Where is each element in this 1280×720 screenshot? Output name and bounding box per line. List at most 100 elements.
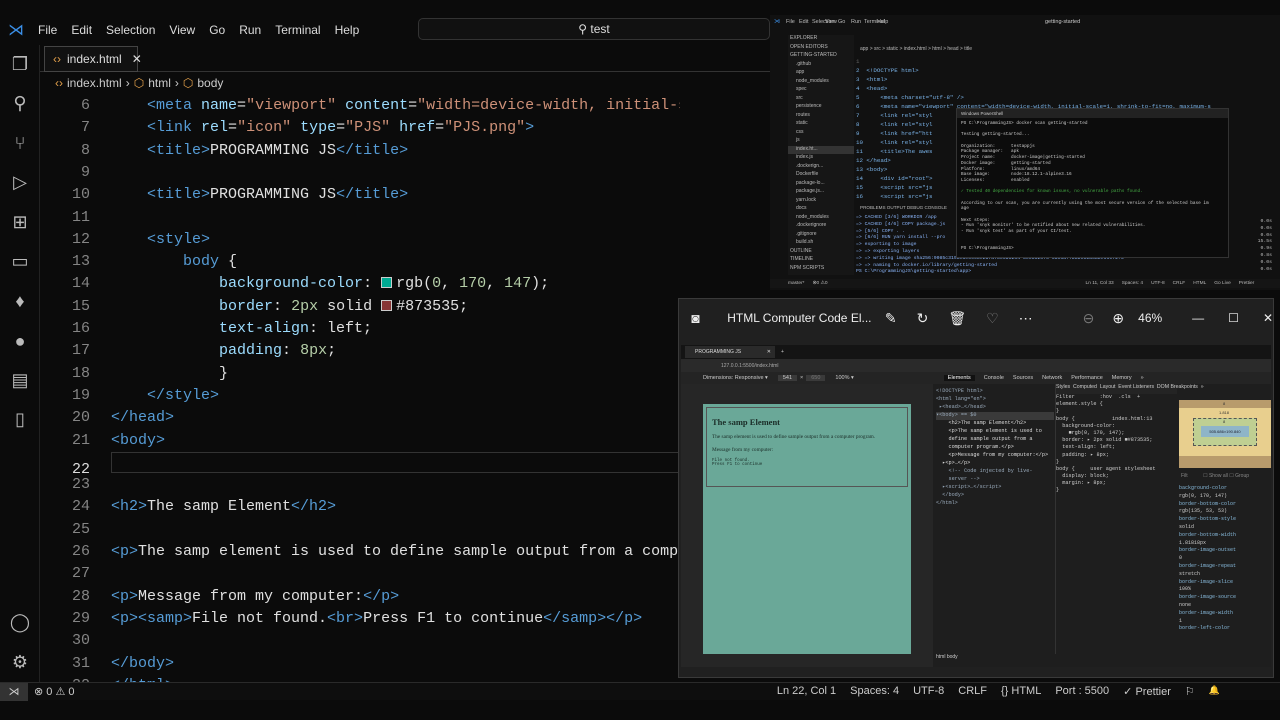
- box-model: 505.686×190.840 1.818 8 8: [1179, 400, 1271, 468]
- status-item[interactable]: {} HTML: [1001, 685, 1041, 698]
- problems-indicator[interactable]: ⊗ 0 ⚠ 0: [34, 685, 75, 698]
- source-control-icon[interactable]: ⑂: [9, 132, 31, 154]
- delete-icon[interactable]: 🗑: [948, 310, 966, 327]
- maximize-button[interactable]: ☐: [1228, 311, 1239, 325]
- photos-app-icon: ◙: [691, 310, 700, 326]
- status-item[interactable]: Port : 5500: [1055, 685, 1109, 698]
- explorer-icon[interactable]: ❐: [9, 53, 31, 75]
- mini-code-line: 2 <!DOCTYPE html>: [856, 67, 919, 74]
- style-rule-line: background-color:: [1056, 422, 1116, 429]
- code-line: 24 <h2>The samp Element</h2>: [40, 496, 680, 518]
- mini-time: 0.0s: [1260, 219, 1272, 224]
- code-token: "PJS.png": [444, 119, 526, 137]
- code-token: The samp element is used to define sampl…: [138, 543, 680, 560]
- computed-property: border-image-outset: [1179, 547, 1237, 554]
- command-center-search[interactable]: ⚲ test: [418, 18, 770, 40]
- code-token: =: [435, 119, 445, 137]
- favorite-heart-icon[interactable]: ♡: [986, 310, 999, 327]
- code-token: border: [219, 297, 274, 315]
- element-icon: ⬡: [133, 76, 145, 90]
- zoom-level: 46%: [1138, 311, 1163, 325]
- run-debug-icon[interactable]: ▷: [9, 171, 31, 193]
- rendered-page: The samp Element The samp element is use…: [703, 404, 911, 654]
- minimize-button[interactable]: —: [1192, 311, 1204, 325]
- code-line: 7 <link rel="icon" type="PJS" href="PJS.…: [40, 117, 680, 139]
- code-token: </h2>: [291, 498, 337, 516]
- code-token: Message from my computer:: [138, 587, 364, 605]
- line-number: 11: [71, 208, 90, 226]
- status-item[interactable]: ✓ Prettier: [1123, 685, 1171, 698]
- style-rule-line: body { index.html:13: [1056, 415, 1153, 422]
- line-number: 28: [71, 587, 90, 605]
- menu-edit[interactable]: Edit: [71, 23, 92, 37]
- breadcrumb-html[interactable]: html: [148, 76, 171, 90]
- ps-line: According to our scan, you are currently…: [961, 200, 1209, 206]
- dom-breadcrumb: html body: [936, 654, 958, 660]
- extensions-icon[interactable]: ⊞: [9, 211, 31, 233]
- code-line: 18 }: [40, 363, 680, 385]
- computed-value: rgb(0, 170, 147): [1179, 492, 1228, 499]
- rotate-icon[interactable]: ↻: [917, 310, 929, 327]
- mongodb-icon[interactable]: ♦: [9, 290, 31, 312]
- code-line: 21 <body>: [40, 430, 680, 452]
- mini-tree-item: docs: [796, 205, 807, 211]
- notebook-icon[interactable]: ▯: [9, 408, 31, 430]
- line-text: <title>PROGRAMMING JS</title>: [111, 186, 408, 203]
- menu-file[interactable]: File: [38, 23, 57, 37]
- status-item[interactable]: Ln 22, Col 1: [777, 685, 836, 698]
- code-token: : left;: [309, 320, 373, 337]
- breadcrumb: ‹› index.html › ⬡ html › ⬡ body: [55, 76, 224, 90]
- breadcrumb-file[interactable]: index.html: [67, 76, 122, 90]
- more-options-icon[interactable]: ⋯: [1019, 310, 1033, 327]
- code-token: href: [399, 119, 436, 137]
- code-token: "width=device-width, initial-scale=1.0": [417, 97, 680, 114]
- status-item[interactable]: Spaces: 4: [850, 685, 899, 698]
- zoom-out-icon[interactable]: ⊖: [1083, 310, 1095, 327]
- docker-icon[interactable]: ▤: [9, 369, 31, 391]
- mini-tree-item: js: [796, 137, 800, 143]
- menu-selection[interactable]: Selection: [106, 23, 155, 37]
- color-swatch: [381, 277, 393, 289]
- code-editor[interactable]: 6 <meta name="viewport" content="width=d…: [40, 95, 680, 682]
- close-icon[interactable]: ✕: [132, 52, 142, 66]
- edit-image-icon[interactable]: ✎: [885, 310, 897, 327]
- mini-tree-item: yarn.lock: [796, 196, 817, 203]
- tab-index-html[interactable]: ‹› index.html ✕: [44, 46, 142, 72]
- mini-status-item: CRLF: [1172, 281, 1186, 286]
- mini-status-item: Ln 11, Col 33: [1085, 281, 1114, 286]
- code-line: 10 <title>PROGRAMMING JS</title>: [40, 184, 680, 206]
- remote-icon[interactable]: ⋊: [0, 682, 28, 701]
- code-token: solid: [318, 297, 382, 315]
- status-item[interactable]: UTF-8: [913, 685, 944, 698]
- menu-help[interactable]: Help: [335, 23, 360, 37]
- breadcrumb-body[interactable]: body: [197, 76, 223, 90]
- mini-tree-item: app: [796, 69, 805, 75]
- computed-value: none: [1179, 601, 1192, 608]
- line-text: <p><samp>File not found.<br>Press F1 to …: [111, 610, 642, 627]
- status-item[interactable]: CRLF: [958, 685, 987, 698]
- style-rule-line: }: [1056, 458, 1060, 465]
- html-file-icon: ‹›: [53, 52, 61, 66]
- menu-go[interactable]: Go: [209, 23, 225, 37]
- menu-view[interactable]: View: [169, 23, 195, 37]
- code-token: <p>: [111, 587, 139, 605]
- github-icon[interactable]: ●: [9, 330, 31, 352]
- code-line: 15 border: 2px solid #873535;: [40, 296, 680, 318]
- line-number: 26: [71, 543, 90, 560]
- code-token: <body>: [111, 431, 166, 449]
- settings-gear-icon[interactable]: ⚙: [9, 651, 31, 673]
- code-line: 11: [40, 207, 680, 229]
- zoom-in-icon[interactable]: ⊕: [1112, 310, 1124, 327]
- mini-time: 0.9s: [1260, 246, 1272, 252]
- close-button[interactable]: ✕: [1263, 311, 1273, 325]
- code-token: "icon": [237, 119, 301, 137]
- search-icon[interactable]: ⚲: [9, 92, 31, 114]
- line-number: 32: [40, 675, 90, 682]
- accounts-icon[interactable]: ◯: [9, 611, 31, 633]
- menu-terminal[interactable]: Terminal: [275, 23, 320, 37]
- remote-explorer-icon[interactable]: ▭: [9, 250, 31, 272]
- browser-address-bar: 127.0.0.1:5500/index.html: [681, 359, 1271, 372]
- mini-tree-item: .dockerignore: [796, 222, 827, 228]
- menu-run[interactable]: Run: [239, 23, 261, 37]
